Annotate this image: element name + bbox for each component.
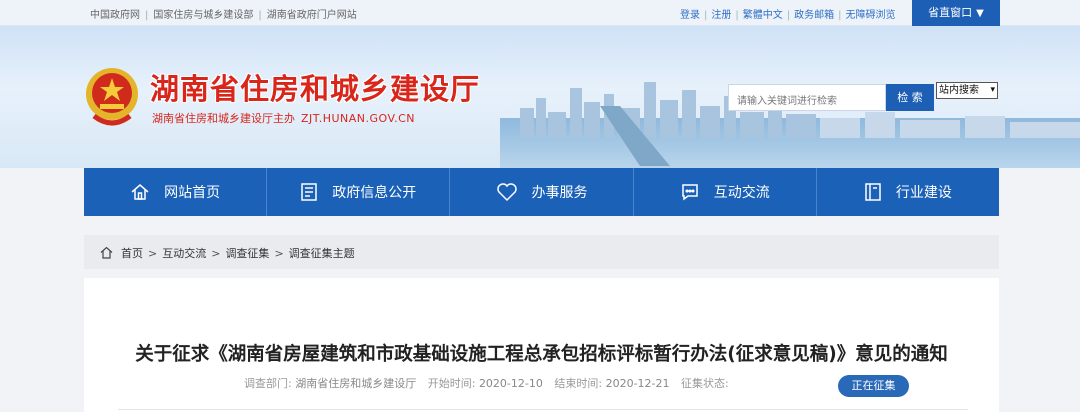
status-label: 征集状态: bbox=[681, 377, 729, 390]
status-badge: 正在征集 bbox=[838, 375, 909, 397]
register-link[interactable]: 注册 bbox=[711, 10, 731, 21]
breadcrumb-survey-topic[interactable]: 调查征集主题 bbox=[289, 247, 355, 260]
end-time-label: 结束时间: bbox=[554, 377, 603, 390]
end-time-value: 2020-12-21 bbox=[605, 377, 670, 390]
site-domain: ZJT.HUNAN.GOV.CN bbox=[301, 112, 415, 125]
article-title: 关于征求《湖南省房屋建筑和市政基础设施工程总承包招标评标暂行办法(征求意见稿)》… bbox=[135, 344, 948, 365]
nav-services[interactable]: 办事服务 bbox=[450, 168, 634, 216]
top-bar: 中国政府网 | 国家住房与城乡建设部 | 湖南省政府门户网站 登录 | 注册 | 繁體中文 | 政务… bbox=[0, 0, 1080, 26]
search-button[interactable]: 检 索 bbox=[886, 84, 934, 111]
nav-interaction-label: 互动交流 bbox=[713, 185, 770, 201]
nav-industry[interactable]: 行业建设 bbox=[817, 168, 999, 216]
link-mohurd[interactable]: 国家住房与城乡建设部 bbox=[153, 10, 253, 21]
search-scope-select[interactable]: 站内搜索 ▾ bbox=[936, 82, 998, 99]
nav-services-label: 办事服务 bbox=[531, 185, 588, 201]
separator: | bbox=[704, 10, 708, 21]
gov-mail-link[interactable]: 政务邮箱 bbox=[794, 10, 834, 21]
bridge-image bbox=[600, 106, 670, 166]
top-links-left: 中国政府网 | 国家住房与城乡建设部 | 湖南省政府门户网站 bbox=[90, 6, 357, 21]
home-icon bbox=[131, 184, 149, 200]
home-icon bbox=[100, 246, 113, 259]
link-hunan-portal[interactable]: 湖南省政府门户网站 bbox=[267, 10, 357, 21]
heart-icon bbox=[496, 183, 517, 202]
breadcrumb-survey[interactable]: 调查征集 bbox=[225, 247, 269, 260]
start-time-value: 2020-12-10 bbox=[478, 377, 543, 390]
search-scope-value: 站内搜索 bbox=[939, 85, 979, 96]
separator: | bbox=[258, 10, 262, 21]
header-banner: 湖南省住房和城乡建设厅 湖南省住房和城乡建设厅主办 ZJT.HUNAN.GOV.C… bbox=[0, 26, 1080, 168]
traditional-chinese-link[interactable]: 繁體中文 bbox=[743, 10, 783, 21]
breadcrumb-interaction[interactable]: 互动交流 bbox=[162, 247, 206, 260]
divider bbox=[118, 409, 968, 410]
search-input[interactable]: 请输入关键词进行检索 bbox=[728, 84, 886, 111]
link-gov-cn[interactable]: 中国政府网 bbox=[90, 10, 140, 21]
separator: | bbox=[786, 10, 791, 21]
chevron-down-icon: ▾ bbox=[990, 85, 995, 95]
separator: | bbox=[145, 10, 149, 21]
portal-label: 省直窗口 bbox=[928, 6, 973, 19]
sponsor-text: 湖南省住房和城乡建设厅主办 bbox=[152, 112, 295, 125]
login-link[interactable]: 登录 bbox=[680, 10, 700, 21]
article-panel: 关于征求《湖南省房屋建筑和市政基础设施工程总承包招标评标暂行办法(征求意见稿)》… bbox=[84, 278, 999, 412]
top-links-right: 登录 | 注册 | 繁體中文 | 政务邮箱 | 无障碍浏览 bbox=[680, 6, 896, 21]
breadcrumb: 首页 > 互动交流 > 调查征集 > 调查征集主题 bbox=[84, 235, 999, 269]
article-meta: 调查部门: 湖南省住房和城乡建设厅 开始时间: 2020-12-10 结束时间:… bbox=[244, 375, 729, 391]
document-icon bbox=[301, 183, 318, 201]
site-subtitle: 湖南省住房和城乡建设厅主办 ZJT.HUNAN.GOV.CN bbox=[152, 110, 415, 126]
portal-dropdown-button[interactable]: 省直窗口 ▼ bbox=[912, 0, 1000, 26]
nav-home[interactable]: 网站首页 bbox=[84, 168, 268, 216]
main-nav: 网站首页 政府信息公开 办事服务 互动交流 行业建设 bbox=[84, 168, 999, 216]
breadcrumb-separator: > bbox=[274, 247, 284, 260]
site-title: 湖南省住房和城乡建设厅 bbox=[150, 72, 481, 106]
dept-value: 湖南省住房和城乡建设厅 bbox=[295, 377, 417, 390]
nav-gov-info-label: 政府信息公开 bbox=[332, 185, 417, 201]
accessibility-link[interactable]: 无障碍浏览 bbox=[846, 10, 896, 21]
nav-industry-label: 行业建设 bbox=[895, 185, 952, 201]
separator: | bbox=[838, 10, 842, 21]
nav-gov-info[interactable]: 政府信息公开 bbox=[267, 168, 451, 216]
breadcrumb-separator: > bbox=[148, 247, 158, 260]
nav-home-label: 网站首页 bbox=[164, 185, 221, 201]
dept-label: 调查部门: bbox=[244, 377, 292, 390]
breadcrumb-home[interactable]: 首页 bbox=[121, 247, 143, 260]
breadcrumb-separator: > bbox=[211, 247, 221, 260]
separator: | bbox=[735, 10, 739, 21]
nav-interaction[interactable]: 互动交流 bbox=[634, 168, 817, 216]
national-emblem-logo bbox=[86, 68, 138, 126]
caret-down-icon: ▼ bbox=[976, 8, 984, 19]
start-time-label: 开始时间: bbox=[427, 377, 476, 390]
chat-icon bbox=[681, 184, 698, 201]
book-icon bbox=[865, 183, 881, 201]
